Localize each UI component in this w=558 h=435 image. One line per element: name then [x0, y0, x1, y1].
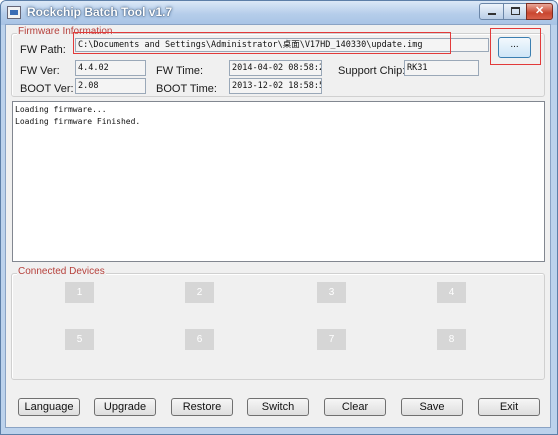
fw-ver-field: 4.4.02 — [75, 60, 146, 76]
device-slot-3: 3 — [317, 282, 346, 303]
upgrade-button[interactable]: Upgrade — [94, 398, 156, 416]
fw-time-label: FW Time: — [156, 65, 204, 77]
save-button[interactable]: Save — [401, 398, 463, 416]
close-button[interactable]: ✕ — [526, 3, 553, 20]
device-slot-6: 6 — [185, 329, 214, 350]
fw-path-label: FW Path: — [20, 44, 66, 56]
boot-time-field: 2013-12-02 18:58:57 — [229, 78, 322, 94]
window-title: Rockchip Batch Tool v1.7 — [27, 5, 173, 19]
maximize-button[interactable] — [503, 3, 527, 20]
device-slot-7: 7 — [317, 329, 346, 350]
close-icon: ✕ — [535, 5, 545, 17]
restore-button[interactable]: Restore — [171, 398, 233, 416]
exit-button[interactable]: Exit — [478, 398, 540, 416]
clear-button[interactable]: Clear — [324, 398, 386, 416]
maximize-icon — [511, 7, 520, 15]
boot-ver-field: 2.08 — [75, 78, 146, 94]
log-line: Loading firmware... — [15, 105, 107, 114]
support-chip-label: Support Chip: — [338, 65, 406, 77]
minimize-icon — [488, 13, 496, 15]
fw-path-highlight — [73, 32, 451, 54]
boot-ver-label: BOOT Ver: — [20, 83, 74, 95]
browse-highlight — [490, 28, 541, 65]
device-slot-4: 4 — [437, 282, 466, 303]
title-bar[interactable]: Rockchip Batch Tool v1.7 ✕ — [1, 1, 557, 25]
app-icon — [7, 6, 21, 19]
log-line: Loading firmware Finished. — [15, 117, 141, 126]
fw-ver-label: FW Ver: — [20, 65, 60, 77]
language-button[interactable]: Language — [18, 398, 80, 416]
connected-devices-legend: Connected Devices — [17, 266, 106, 277]
minimize-button[interactable] — [479, 3, 504, 20]
device-slot-5: 5 — [65, 329, 94, 350]
switch-button[interactable]: Switch — [247, 398, 309, 416]
support-chip-field: RK31 — [404, 60, 479, 76]
device-slot-2: 2 — [185, 282, 214, 303]
device-slot-8: 8 — [437, 329, 466, 350]
device-slot-1: 1 — [65, 282, 94, 303]
boot-time-label: BOOT Time: — [156, 83, 217, 95]
fw-time-field: 2014-04-02 08:58:24 — [229, 60, 322, 76]
log-output[interactable]: Loading firmware... Loading firmware Fin… — [12, 101, 545, 262]
